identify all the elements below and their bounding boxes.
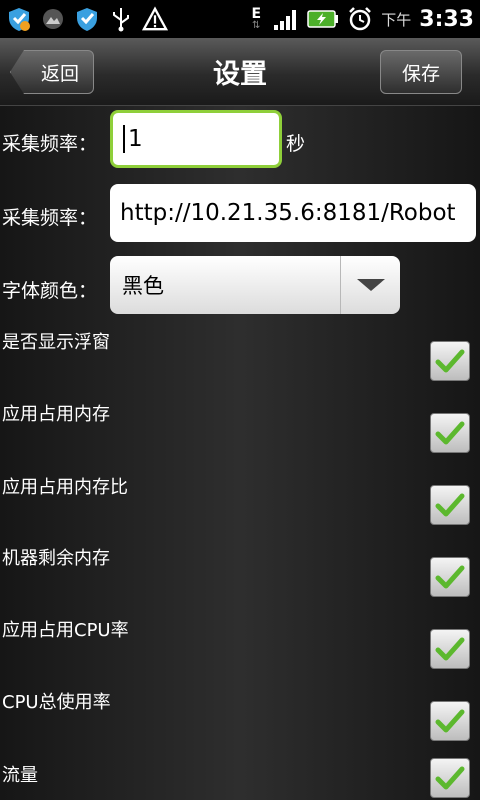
time-period: 下午 [381, 10, 412, 29]
frequency-input[interactable]: 1 [110, 110, 282, 168]
check-icon [435, 637, 465, 661]
warning-icon [142, 6, 168, 32]
check-icon [435, 766, 465, 790]
checkbox-label-app-memory-ratio: 应用占用内存比 [2, 477, 128, 498]
checkbox-total-cpu[interactable] [430, 701, 470, 741]
url-value: http://10.21.35.6:8181/Robot [120, 200, 456, 226]
checkbox-label-total-cpu: CPU总使用率 [2, 692, 111, 713]
save-button[interactable]: 保存 [380, 50, 462, 94]
check-icon [435, 421, 465, 445]
checkbox-label-show-floating-window: 是否显示浮窗 [2, 332, 110, 353]
checkbox-app-memory[interactable] [430, 413, 470, 453]
network-type-label: E [251, 6, 262, 22]
frequency-value: 1 [128, 126, 143, 152]
frequency-unit: 秒 [286, 133, 306, 155]
dropdown-button[interactable] [340, 256, 400, 314]
checkbox-traffic[interactable] [430, 758, 470, 798]
checkbox-app-memory-ratio[interactable] [430, 485, 470, 525]
checkbox-label-app-cpu: 应用占用CPU率 [2, 620, 129, 641]
status-bar: E ⇅ 下午 3:33 [0, 0, 480, 38]
alarm-clock-icon [347, 6, 373, 32]
usb-icon [108, 6, 134, 32]
checkbox-show-floating-window[interactable] [430, 341, 470, 381]
checkbox-label-traffic: 流量 [2, 765, 38, 786]
url-label: 采集频率： [2, 207, 98, 229]
checkbox-free-memory[interactable] [430, 557, 470, 597]
settings-form: 采集频率： 1 秒 采集频率： http://10.21.35.6:8181/R… [0, 106, 480, 800]
font-color-value: 黑色 [122, 274, 164, 298]
chevron-down-icon [356, 279, 385, 291]
shield-icon [6, 6, 32, 32]
shield-check-icon [74, 6, 100, 32]
font-color-select[interactable]: 黑色 [110, 256, 400, 314]
checkbox-label-free-memory: 机器剩余内存 [2, 548, 110, 569]
frequency-label: 采集频率： [2, 133, 98, 155]
battery-charging-icon [307, 6, 339, 32]
checkbox-label-app-memory: 应用占用内存 [2, 404, 110, 425]
check-icon [435, 493, 465, 517]
url-input[interactable]: http://10.21.35.6:8181/Robot [110, 184, 476, 242]
clock: 3:33 [419, 6, 474, 32]
check-icon [435, 349, 465, 373]
check-icon [435, 565, 465, 589]
checkbox-app-cpu[interactable] [430, 629, 470, 669]
network-e-icon: E ⇅ [251, 6, 262, 31]
signal-icon [273, 6, 299, 32]
font-color-label: 字体颜色： [2, 280, 98, 302]
image-icon [40, 6, 66, 32]
text-caret [123, 125, 125, 153]
check-icon [435, 709, 465, 733]
title-bar: 返回 设置 保存 [0, 38, 480, 106]
